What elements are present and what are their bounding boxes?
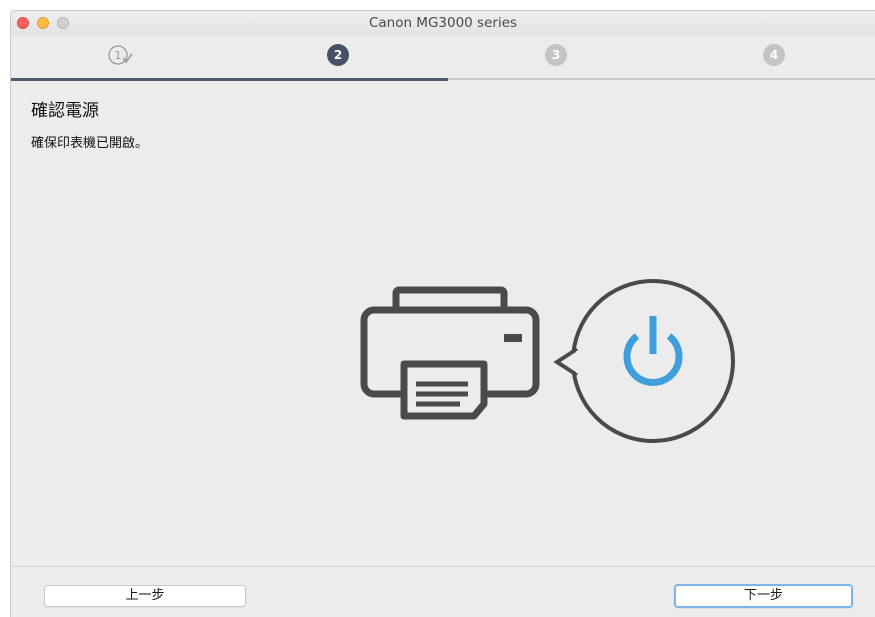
installer-window: Canon MG3000 series 1 2 3 4 確認電源 確保印表機已開… (10, 10, 875, 617)
step-2-indicator: 2 (327, 44, 349, 66)
step-1-label: 1 (115, 49, 122, 62)
title-bar: Canon MG3000 series (11, 11, 875, 37)
printer-indicator-light (504, 334, 522, 342)
next-button[interactable]: 下一步 (674, 584, 853, 608)
footer-divider (11, 566, 875, 567)
step-4-indicator: 4 (763, 44, 785, 66)
progress-fill (11, 78, 448, 81)
power-icon (623, 316, 683, 386)
speech-bubble (553, 279, 735, 443)
back-button[interactable]: 上一步 (44, 585, 246, 607)
step-3-indicator: 3 (545, 44, 567, 66)
step-1-completed-icon: 1 (108, 45, 133, 65)
step-indicator: 1 2 3 4 (11, 36, 875, 82)
instruction-text: 確保印表機已開啟。 (31, 136, 149, 151)
power-on-illustration (360, 279, 735, 443)
page-heading: 確認電源 (31, 101, 99, 121)
window-title: Canon MG3000 series (368, 15, 518, 31)
printer-icon (360, 286, 540, 420)
